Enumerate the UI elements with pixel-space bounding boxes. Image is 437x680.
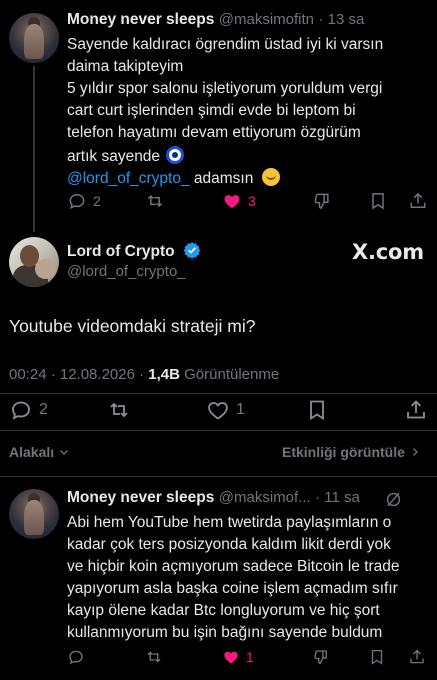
avatar-lord-of-crypto[interactable] <box>9 237 59 287</box>
tweet1-author-handle[interactable]: @maksimofitn <box>219 11 314 28</box>
tweet2-share-button[interactable] <box>408 648 426 666</box>
tweet1-retweet-button[interactable] <box>145 191 165 211</box>
share-icon <box>410 192 426 208</box>
x-com-watermark-text: X.com <box>352 240 424 264</box>
main-author-row: Lord of Crypto <box>67 241 201 261</box>
tweet1-downvote-button[interactable] <box>312 191 332 211</box>
reply-icon <box>12 401 30 420</box>
main-bookmark-button[interactable] <box>305 398 329 422</box>
thumbs-down-icon <box>314 193 329 209</box>
reply-icon <box>69 650 83 665</box>
main-tweet-views-count: 1,4B <box>148 366 180 383</box>
tweet1-line: @lord_of_crypto_ adamsın <box>67 168 280 188</box>
tweet2-line: kadar çok ters posizyonda kaldım likit d… <box>67 536 391 553</box>
divider <box>0 393 437 394</box>
tweet2-line: kullanmıyorum bu işin bağını sayende bul… <box>67 624 383 641</box>
tweet1-line-text: artık sayende <box>67 148 161 165</box>
main-tweet-meta: 00:24 · 12.08.2026 · 1,4B Görüntülenme <box>9 366 279 383</box>
reply-icon <box>69 193 85 210</box>
main-like-count: 1 <box>236 401 245 418</box>
tweet1-reply-count: 2 <box>93 193 101 209</box>
tweet1-line: telefon hayatımı devam ettiyorum özgürüm <box>67 124 361 141</box>
main-reply-count: 2 <box>39 401 48 418</box>
tweet1-line: Sayende kaldıracı ögrendim üstad iyi ki … <box>67 36 384 53</box>
main-tweet-text: Youtube videomdaki strateji mi? <box>9 316 256 336</box>
tweet2-timestamp[interactable]: · 11 sa <box>315 489 360 506</box>
chevron-down-icon <box>60 450 68 455</box>
tweet1-bookmark-button[interactable] <box>368 191 388 211</box>
main-tweet-time[interactable]: 00:24 · 12.08.2026 · <box>9 366 148 383</box>
divider <box>0 476 437 477</box>
tweet1-line: daima takipteyim <box>67 58 184 75</box>
main-author-name[interactable]: Lord of Crypto <box>67 243 175 260</box>
heart-outline-icon <box>208 402 228 420</box>
verified-badge-icon <box>183 242 201 259</box>
avatar-money-never-sleeps[interactable] <box>9 489 59 539</box>
bookmark-icon <box>372 193 384 210</box>
tweet1-like-button[interactable]: 3 <box>222 191 256 211</box>
share-icon <box>410 649 424 664</box>
heart-filled-icon <box>224 651 238 664</box>
retweet-icon <box>147 194 163 208</box>
main-retweet-button[interactable] <box>107 398 131 422</box>
tweet1-header: Money never sleeps @maksimofitn · 13 sa <box>67 11 364 29</box>
avatar-figure <box>24 500 44 535</box>
tweet1-timestamp[interactable]: · 13 sa <box>318 11 364 28</box>
tweet2-line: kayıp ölene kadar Btc longluyorum ve hiç… <box>67 602 380 619</box>
share-icon <box>407 400 425 419</box>
main-author-handle[interactable]: @lord_of_crypto_ <box>67 263 186 280</box>
tweet2-line: ve hiçbir koin açmıyorum sadece Bitcoin … <box>67 558 400 575</box>
retweet-icon <box>110 402 128 418</box>
retweet-icon <box>147 651 161 663</box>
tweet2-author-handle[interactable]: @maksimof... <box>219 489 311 506</box>
main-reply-button[interactable]: 2 <box>9 398 48 422</box>
avatar-money-never-sleeps[interactable] <box>9 13 59 63</box>
tweet1-author-name[interactable]: Money never sleeps <box>67 11 214 28</box>
tweet1-mention-link[interactable]: @lord_of_crypto_ <box>67 170 190 187</box>
thumbs-down-icon <box>314 650 327 665</box>
avatar-figure <box>24 24 44 59</box>
main-share-button[interactable] <box>404 398 428 422</box>
tweet2-reply-button[interactable] <box>67 648 85 666</box>
view-activity-link[interactable]: Etkinliği görüntüle <box>282 444 421 460</box>
bookmark-icon <box>371 649 383 665</box>
avatar-cat <box>35 259 56 279</box>
nazar-emoji-icon <box>166 146 185 164</box>
tweet2-header: Money never sleeps @maksimof... · 11 sa <box>67 489 360 507</box>
view-activity-label: Etkinliği görüntüle <box>282 444 405 460</box>
tweet1-reply-button[interactable]: 2 <box>67 191 101 211</box>
divider <box>0 430 437 431</box>
tweet2-bookmark-button[interactable] <box>368 648 386 666</box>
tweet1-line: 5 yıldır spor salonu işletiyorum yoruldu… <box>67 80 383 97</box>
tweet2-line: yapıyorum asla başka coine işlem açmadım… <box>67 580 398 597</box>
tweet2-author-name[interactable]: Money never sleeps <box>67 489 214 506</box>
tweet2-retweet-button[interactable] <box>145 648 163 666</box>
bookmark-icon <box>310 400 324 421</box>
thread-connector-line <box>33 66 35 232</box>
tweet1-mention-suffix: adamsın <box>189 170 254 187</box>
main-like-button[interactable]: 1 <box>206 398 245 422</box>
tweet1-like-count: 3 <box>248 193 256 209</box>
chevron-right-icon <box>412 448 418 456</box>
grok-slash-icon[interactable] <box>384 490 403 509</box>
x-com-watermark: X.com <box>352 240 424 265</box>
tweet2-line: Abi hem YouTube hem twetirda paylaşımlar… <box>67 514 392 531</box>
sort-replies-dropdown[interactable]: Alakalı <box>9 444 70 460</box>
tweet2-like-count: 1 <box>246 649 254 665</box>
tweet1-share-button[interactable] <box>408 191 428 211</box>
tweet2-like-button[interactable]: 1 <box>222 648 254 666</box>
tweet1-line: cart curt işlerinden şimdi evde bi lepto… <box>67 102 356 119</box>
hugging-face-emoji-icon <box>261 168 280 186</box>
tweet2-downvote-button[interactable] <box>312 648 330 666</box>
heart-filled-icon <box>224 195 240 209</box>
main-tweet-views-label: Görüntülenme <box>179 366 280 383</box>
tweet1-line: artık sayende <box>67 146 185 166</box>
sort-replies-label: Alakalı <box>9 444 55 460</box>
